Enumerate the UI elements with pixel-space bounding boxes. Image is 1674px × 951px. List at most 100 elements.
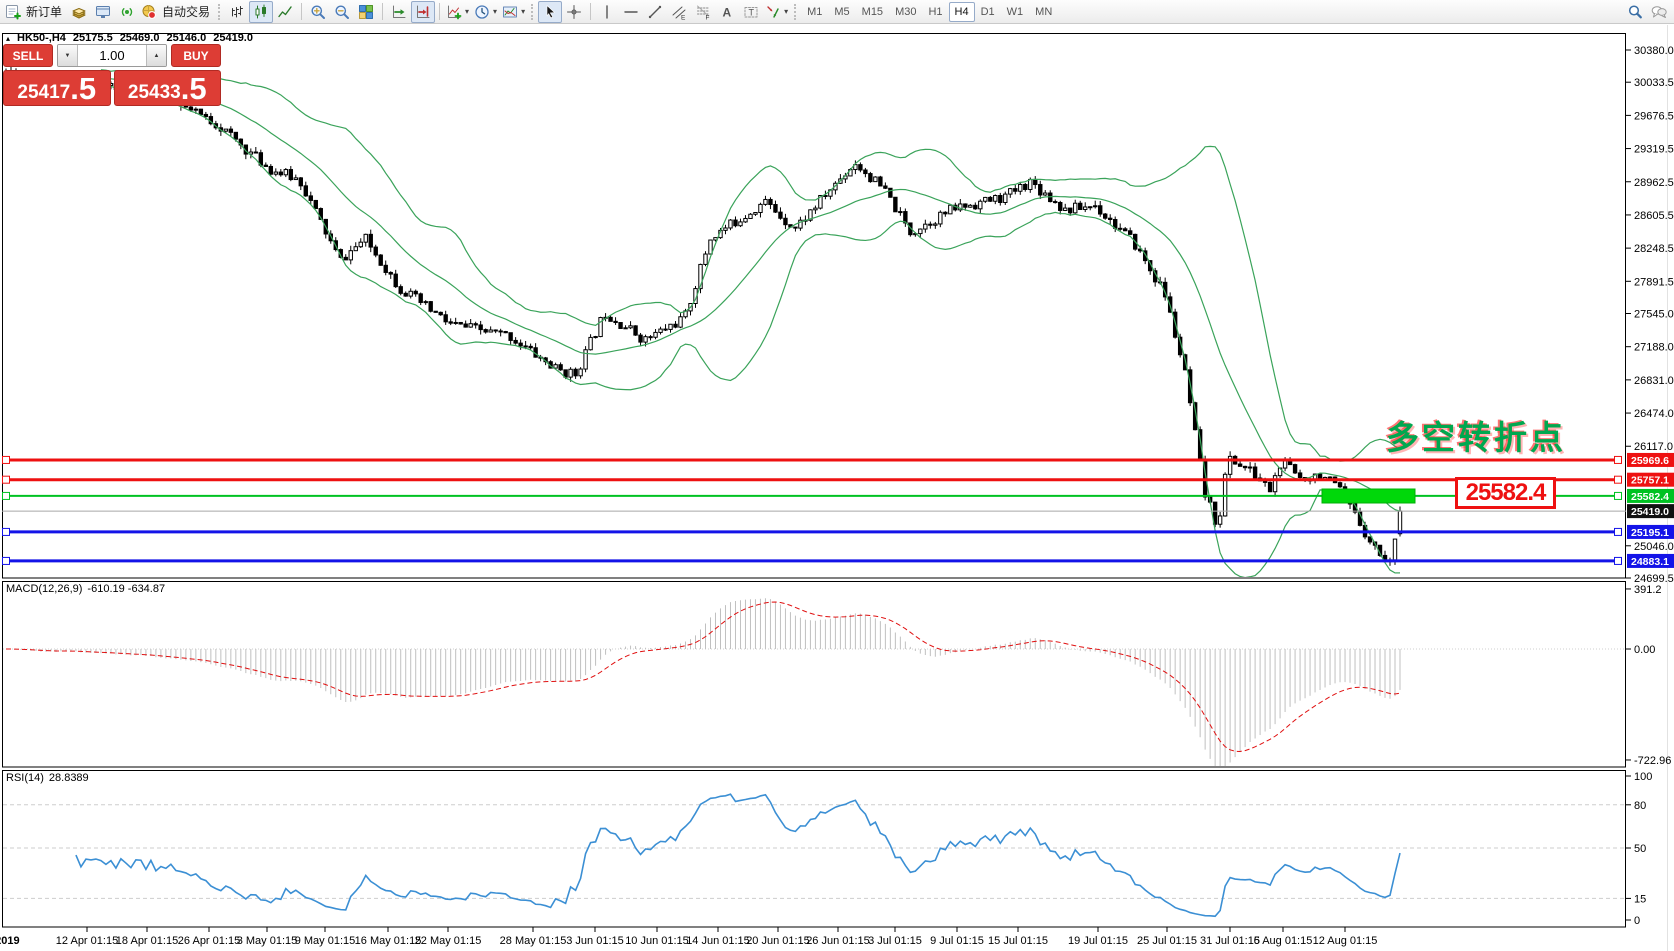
candlestick-chart-button[interactable] — [249, 1, 273, 23]
signal-button[interactable] — [115, 1, 139, 23]
green-zone-rect[interactable] — [1322, 489, 1415, 503]
templates-button[interactable]: ▾ — [500, 1, 528, 23]
autotrading-button[interactable]: 自动交易 — [139, 1, 215, 23]
chevron-down-icon[interactable]: ▾ — [784, 7, 788, 16]
zoom-in-button[interactable] — [306, 1, 330, 23]
timeframe-d1[interactable]: D1 — [975, 2, 1001, 22]
zoom-out-icon — [334, 4, 350, 20]
svg-text:29676.5: 29676.5 — [1634, 110, 1674, 122]
toolbar-grip — [794, 4, 796, 20]
svg-text:26117.0: 26117.0 — [1634, 441, 1673, 453]
svg-text:-722.96: -722.96 — [1634, 755, 1671, 767]
clock-icon — [474, 4, 490, 20]
timeframe-m30[interactable]: M30 — [889, 2, 922, 22]
crosshair-button[interactable] — [562, 1, 586, 23]
indicators-icon — [446, 4, 462, 20]
buy-button[interactable]: BUY — [171, 44, 221, 67]
rsi-pane — [3, 771, 1626, 928]
buy-price-main: 25433 — [128, 83, 181, 102]
toolbar-separator — [301, 3, 302, 20]
buy-price-fraction: .5 — [181, 77, 207, 102]
ohlc-high: 25469.0 — [120, 32, 160, 44]
toolbar-separator — [590, 3, 591, 20]
svg-text:F: F — [706, 14, 710, 20]
text-button[interactable]: A — [715, 1, 739, 23]
svg-text:0: 0 — [1634, 915, 1640, 927]
auto-scroll-button[interactable] — [387, 1, 411, 23]
market-watch-button[interactable] — [67, 1, 91, 23]
toolbar-separator — [439, 3, 440, 20]
ohlc-low: 25146.0 — [166, 32, 206, 44]
equidistant-channel-button[interactable]: E — [667, 1, 691, 23]
svg-text:28 May 01:15: 28 May 01:15 — [500, 935, 567, 947]
chart-shift-button[interactable] — [411, 1, 435, 23]
one-click-trade-panel: SELL ▼ 1.00 ▲ BUY 25417 .5 25433 .5 — [3, 44, 221, 106]
timeframe-m5[interactable]: M5 — [828, 2, 855, 22]
svg-text:12 Apr 01:15: 12 Apr 01:15 — [56, 935, 118, 947]
timeframe-mn[interactable]: MN — [1029, 2, 1058, 22]
trendline-button[interactable] — [643, 1, 667, 23]
indicators-button[interactable]: ▾ — [444, 1, 472, 23]
arrows-button[interactable]: ▾ — [763, 1, 791, 23]
svg-text:15 Jul 01:15: 15 Jul 01:15 — [988, 935, 1048, 947]
text-label-button[interactable]: T — [739, 1, 763, 23]
svg-text:25046.0: 25046.0 — [1634, 541, 1674, 553]
svg-text:100: 100 — [1634, 771, 1652, 783]
cursor-icon — [542, 4, 558, 20]
volume-up-button[interactable]: ▲ — [146, 45, 166, 66]
svg-text:30033.5: 30033.5 — [1634, 77, 1674, 89]
buy-price[interactable]: 25433 .5 — [114, 70, 222, 106]
vertical-line-button[interactable] — [595, 1, 619, 23]
svg-text:16 May 01:15: 16 May 01:15 — [355, 935, 422, 947]
symbol-title: HK50-,H4 — [17, 32, 66, 44]
chat-icon — [1651, 4, 1667, 20]
price-tag-24883.1: 24883.1 — [1627, 554, 1674, 568]
timeframe-m15[interactable]: M15 — [856, 2, 889, 22]
hline-icon — [623, 4, 639, 20]
chevron-down-icon[interactable]: ▾ — [521, 7, 525, 16]
svg-text:3 Jun 01:15: 3 Jun 01:15 — [566, 935, 624, 947]
data-window-button[interactable] — [91, 1, 115, 23]
timeframe-h4[interactable]: H4 — [949, 2, 975, 22]
template-icon — [502, 4, 518, 20]
sell-price[interactable]: 25417 .5 — [3, 70, 111, 106]
zoom-out-button[interactable] — [330, 1, 354, 23]
svg-text:8 Apr 2019: 8 Apr 2019 — [0, 935, 20, 947]
svg-text:A: A — [723, 5, 732, 19]
turning-point-annotation[interactable]: 多空转折点 — [1386, 411, 1566, 459]
sell-button[interactable]: SELL — [3, 44, 53, 67]
periods-button[interactable]: ▾ — [472, 1, 500, 23]
new-order-button[interactable]: 新订单 — [3, 1, 67, 23]
timeframe-m1[interactable]: M1 — [801, 2, 828, 22]
bar-chart-button[interactable] — [225, 1, 249, 23]
search-button[interactable] — [1623, 1, 1647, 23]
svg-text:26 Apr 01:15: 26 Apr 01:15 — [178, 935, 240, 947]
autotrading-icon — [141, 4, 157, 20]
chart-canvas[interactable]: 30380.030033.529676.529319.528962.528605… — [0, 0, 1674, 951]
collapse-arrow-icon[interactable]: ▴ — [6, 34, 10, 43]
svg-text:29319.5: 29319.5 — [1634, 144, 1674, 156]
line-chart-button[interactable] — [273, 1, 297, 23]
fibonacci-button[interactable]: F — [691, 1, 715, 23]
chat-button[interactable] — [1647, 1, 1671, 23]
volume-down-button[interactable]: ▼ — [58, 45, 78, 66]
price-tag-25582.4: 25582.4 — [1627, 489, 1674, 503]
volume-input[interactable]: 1.00 — [78, 45, 146, 66]
svg-text:3 May 01:15: 3 May 01:15 — [237, 935, 298, 947]
cursor-button[interactable] — [538, 1, 562, 23]
chevron-down-icon[interactable]: ▾ — [465, 7, 469, 16]
price-tag-25419.0: 25419.0 — [1627, 504, 1674, 518]
horizontal-line-button[interactable] — [619, 1, 643, 23]
timeframe-w1[interactable]: W1 — [1001, 2, 1030, 22]
macd-values: -610.19 -634.87 — [87, 583, 165, 595]
svg-text:27188.0: 27188.0 — [1634, 342, 1674, 354]
sell-price-main: 25417 — [17, 83, 70, 102]
svg-text:50: 50 — [1634, 843, 1646, 855]
tile-windows-button[interactable] — [354, 1, 378, 23]
svg-text:25582.4: 25582.4 — [1631, 491, 1669, 503]
price-callout-box[interactable]: 25582.4 — [1455, 477, 1556, 509]
timeframe-h1[interactable]: H1 — [922, 2, 948, 22]
chevron-down-icon[interactable]: ▾ — [493, 7, 497, 16]
macd-indicator-label: MACD(12,26,9) -610.19 -634.87 — [6, 583, 165, 595]
svg-text:24883.1: 24883.1 — [1631, 556, 1669, 568]
